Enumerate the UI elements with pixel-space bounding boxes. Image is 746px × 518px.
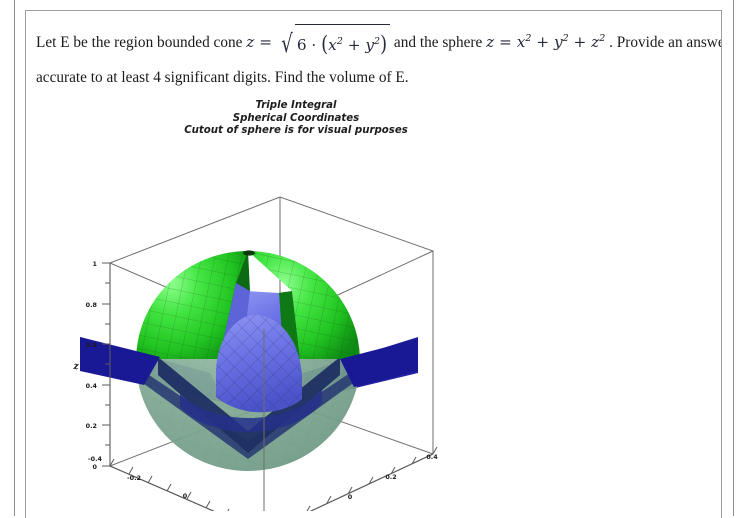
sphere-equation-plus-2: + — [568, 33, 592, 52]
radicand-multiplication-dot: · — [306, 36, 322, 55]
y-tick-label-4: 0.4 — [426, 453, 438, 461]
x-tick-label-2: 0 — [183, 492, 188, 500]
sphere-equation-equals: = — [494, 33, 517, 52]
radicand-plus-operator: + — [342, 36, 366, 55]
outer-frame-right-rule — [733, 0, 734, 516]
z-tick-label-4: 0.8 — [86, 301, 98, 309]
sphere-equation-y: y — [553, 33, 563, 52]
problem-text-middle: and the sphere — [390, 34, 487, 52]
plot-title-line-3: Cutout of sphere is for visual purposes — [184, 125, 408, 136]
problem-statement: Let E be the region bounded cone z = √ 6 … — [36, 23, 721, 93]
x-tick-label-1: -0.2 — [127, 474, 141, 482]
radicand-y-variable: y — [365, 36, 375, 55]
z-axis-label: z — [72, 362, 79, 372]
document-content-panel: Let E be the region bounded cone z = √ 6 … — [25, 10, 722, 518]
plot-title-line-1: Triple Integral — [255, 100, 337, 111]
problem-text-prefix: Let E be the region bounded cone — [36, 34, 247, 52]
z-tick-label-3: 0.6 — [86, 341, 98, 349]
sphere-pole-dimple — [243, 250, 255, 256]
radicand: 6 · (x2 + y2) — [294, 24, 391, 61]
y-tick-label-2: 0 — [348, 493, 353, 501]
surface-plot-svg: 1 0.8 0.6 0.4 0.2 0 z -0.4 -0.2 0 0 0.2 … — [72, 196, 438, 511]
plot-title: Triple Integral Spherical Coordinates Cu… — [146, 100, 446, 138]
z-tick-label-2: 0.4 — [86, 382, 98, 390]
cone-equation-equals: = — [254, 33, 277, 52]
x-tick-m0p2 — [147, 475, 153, 484]
radicand-coefficient: 6 — [296, 36, 307, 55]
x-minor-tick-1 — [128, 466, 134, 475]
z-tick-label-0: 0 — [93, 463, 98, 471]
radicand-close-paren: ) — [380, 32, 388, 57]
x-tick-0 — [186, 491, 192, 500]
square-root-expression: √ 6 · (x2 + y2) — [279, 24, 391, 62]
outer-frame-left-rule — [14, 0, 15, 516]
y-tick-m0p2 — [306, 505, 311, 511]
x-minor-tick-3 — [205, 500, 211, 509]
y-tick-label-3: 0.2 — [385, 473, 396, 481]
plot-title-line-2: Spherical Coordinates — [232, 112, 360, 124]
radicand-x-variable: x — [328, 36, 337, 55]
z-tick-label-5: 1 — [93, 260, 97, 268]
surface-plot-figure: 1 0.8 0.6 0.4 0.2 0 z -0.4 -0.2 0 0 0.2 … — [40, 141, 460, 511]
radicand-open-paren: ( — [321, 32, 329, 57]
z-tick-label-1: 0.2 — [86, 422, 97, 430]
x-tick-0p2 — [227, 508, 230, 511]
plot-area: Triple Integral Spherical Coordinates Cu… — [26, 86, 721, 516]
problem-statement-line-1: Let E be the region bounded cone z = √ 6 … — [36, 23, 721, 62]
x-minor-tick-2 — [166, 483, 172, 492]
sphere-equation-lhs: z — [486, 33, 495, 52]
x-tick-label-0: -0.4 — [88, 455, 103, 463]
x-axis-line — [109, 465, 215, 511]
problem-text-suffix: . Provide an answer — [605, 34, 722, 52]
screenshot-root: Let E be the region bounded cone z = √ 6 … — [0, 0, 746, 518]
sphere-equation-plus-1: + — [531, 33, 554, 52]
radical-sign-icon: √ — [281, 29, 293, 59]
